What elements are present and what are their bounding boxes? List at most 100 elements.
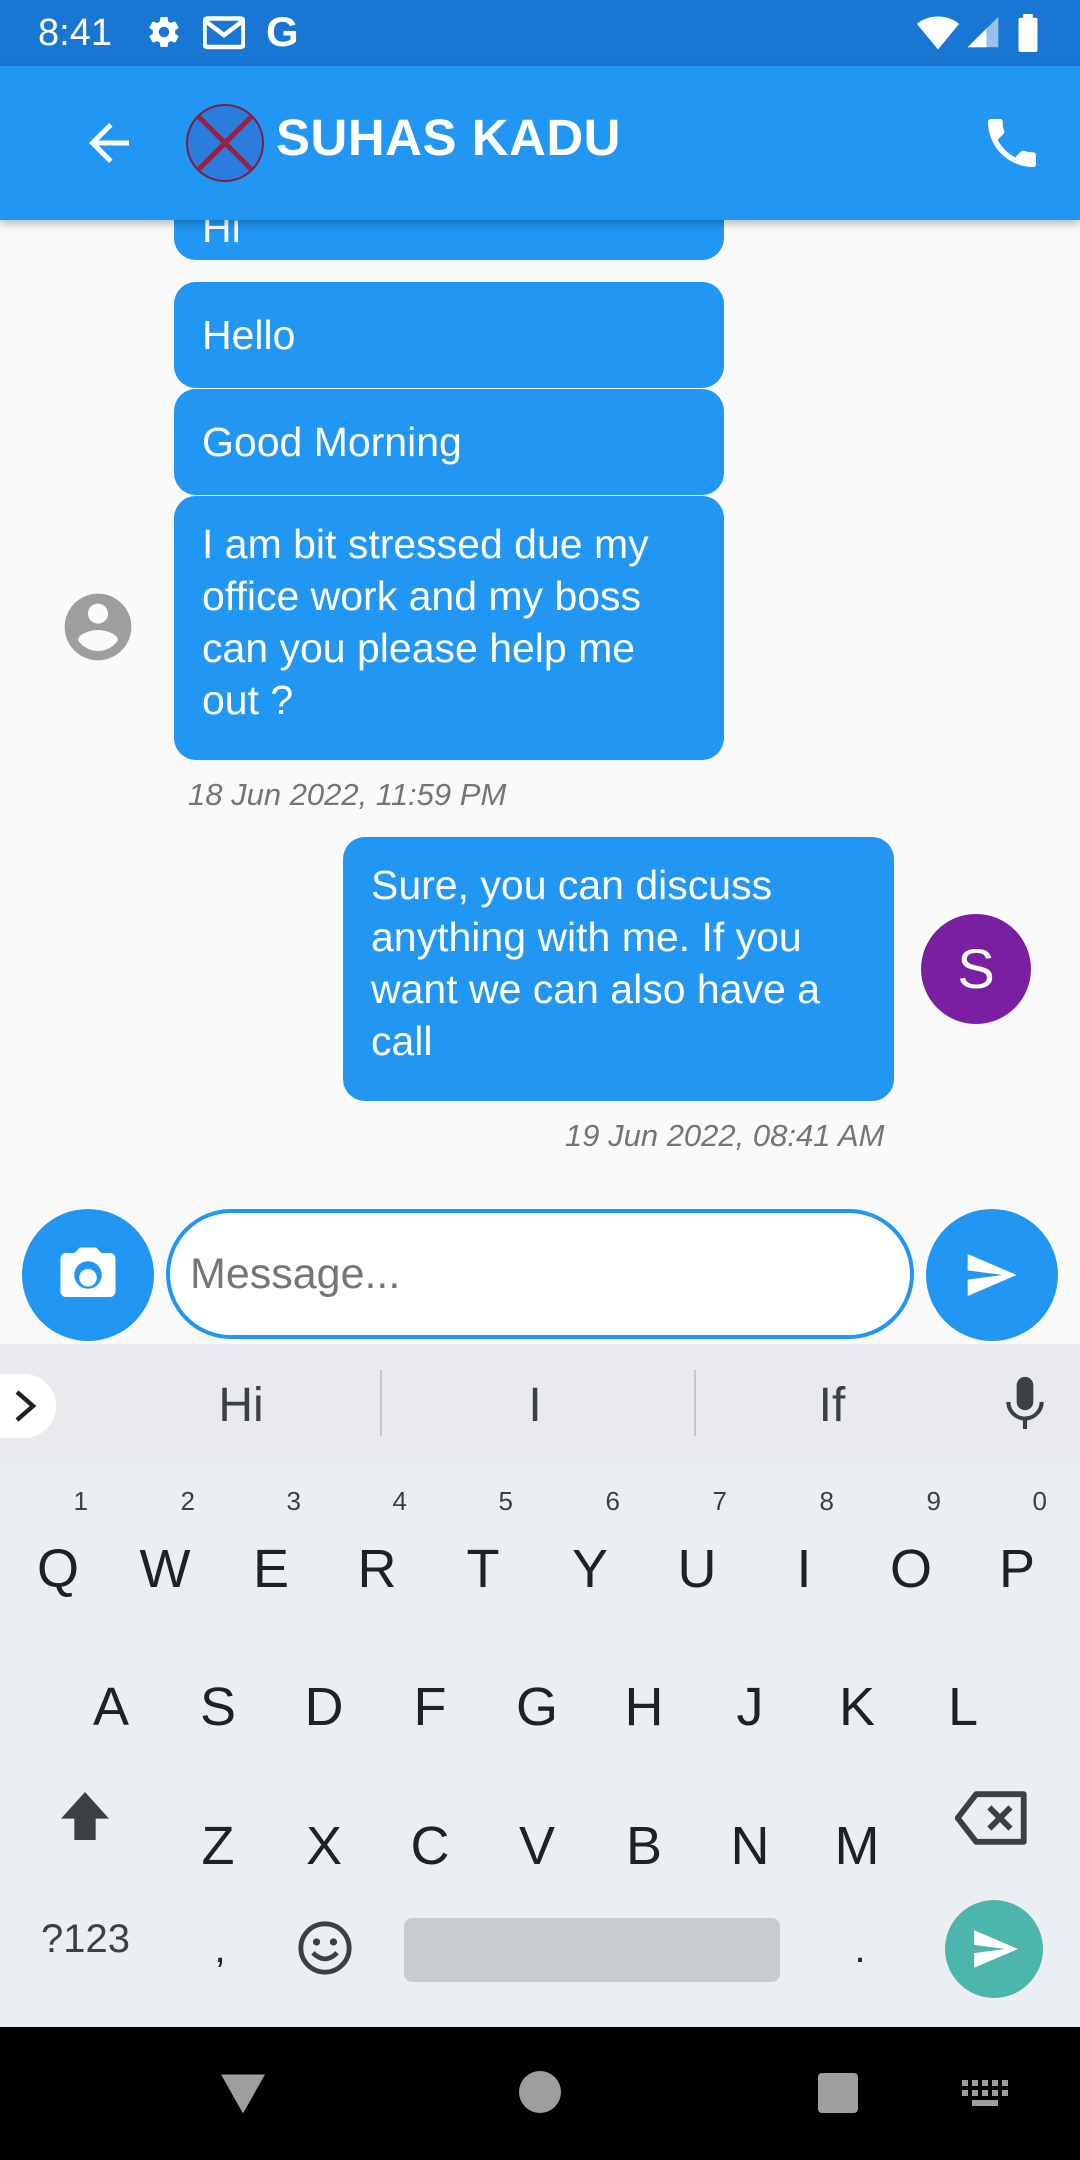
suggestion-3[interactable]: If — [712, 1378, 952, 1433]
key-label: R — [357, 1539, 397, 1599]
message-text: Good Morning — [202, 419, 462, 465]
key-label: I — [796, 1539, 812, 1599]
message-received[interactable]: Hi — [174, 220, 724, 260]
chat-messages[interactable]: Hi Hello Good Morning I am bit stressed … — [0, 220, 1080, 1344]
key-label: Y — [571, 1539, 609, 1599]
key-number: 1 — [73, 1486, 88, 1516]
keyboard-switch-icon[interactable] — [962, 2080, 1010, 2108]
key-number: 3 — [286, 1486, 301, 1516]
keyboard: Hi I If Q1 W2 E3 R4 T5 Y6 U7 I8 O9 P0 A … — [0, 1344, 1080, 2027]
expand-suggestions-button[interactable] — [0, 1374, 56, 1438]
key-number: 6 — [605, 1486, 620, 1516]
key-i[interactable]: I8 — [764, 1486, 844, 1624]
key-y[interactable]: Y6 — [550, 1486, 630, 1624]
message-input[interactable] — [166, 1209, 914, 1339]
key-l[interactable]: L — [923, 1652, 1003, 1762]
contact-name[interactable]: SUHAS KADU — [276, 108, 621, 167]
space-key[interactable] — [404, 1918, 780, 1982]
key-number: 4 — [392, 1486, 407, 1516]
message-text: Hello — [202, 312, 296, 358]
home-nav-icon[interactable] — [519, 2071, 561, 2113]
key-number: 0 — [1032, 1486, 1047, 1516]
camera-button[interactable] — [22, 1209, 154, 1341]
key-w[interactable]: W2 — [125, 1486, 205, 1624]
key-n[interactable]: N — [710, 1791, 790, 1901]
key-number: 9 — [926, 1486, 941, 1516]
shift-icon[interactable] — [53, 1784, 117, 1848]
message-received[interactable]: I am bit stressed due my office work and… — [174, 496, 724, 760]
recents-nav-icon[interactable] — [817, 2073, 859, 2113]
signal-icon — [967, 16, 999, 48]
key-k[interactable]: K — [817, 1652, 897, 1762]
key-c[interactable]: C — [390, 1791, 470, 1901]
key-label: T — [466, 1539, 500, 1599]
camera-icon — [60, 1247, 116, 1297]
backspace-icon[interactable] — [955, 1790, 1029, 1846]
divider — [380, 1370, 382, 1436]
status-bar: 8:41 G — [0, 0, 1080, 66]
message-text: Sure, you can discuss anything with me. … — [371, 862, 820, 1064]
key-number: 2 — [180, 1486, 195, 1516]
navigation-bar — [0, 2027, 1080, 2160]
keyboard-send-button[interactable] — [945, 1900, 1043, 1998]
person-avatar-icon[interactable] — [58, 587, 138, 667]
key-t[interactable]: T5 — [443, 1486, 523, 1624]
key-label: P — [998, 1539, 1036, 1599]
back-arrow-icon[interactable] — [76, 113, 142, 173]
mic-icon[interactable] — [1000, 1374, 1050, 1434]
message-text: Hi — [202, 220, 241, 251]
broken-avatar-icon — [186, 104, 264, 182]
symbols-key[interactable]: ?123 — [28, 1904, 143, 1974]
key-label: Q — [36, 1539, 79, 1599]
key-j[interactable]: J — [710, 1652, 790, 1762]
key-label: W — [139, 1539, 191, 1599]
received-timestamp: 18 Jun 2022, 11:59 PM — [188, 777, 507, 812]
key-u[interactable]: U7 — [657, 1486, 737, 1624]
wifi-icon — [916, 16, 960, 50]
emoji-icon[interactable] — [296, 1919, 354, 1977]
message-received[interactable]: Hello — [174, 282, 724, 388]
battery-icon — [1018, 14, 1038, 52]
key-a[interactable]: A — [71, 1652, 151, 1762]
chevron-right-icon — [15, 1390, 37, 1422]
key-f[interactable]: F — [390, 1652, 470, 1762]
key-h[interactable]: H — [604, 1652, 684, 1762]
key-number: 5 — [498, 1486, 513, 1516]
suggestion-bar: Hi I If — [0, 1344, 1080, 1464]
divider — [694, 1370, 696, 1436]
key-q[interactable]: Q1 — [18, 1486, 98, 1624]
key-x[interactable]: X — [284, 1791, 364, 1901]
settings-icon — [149, 17, 179, 48]
period-key[interactable]: . — [830, 1894, 890, 2004]
key-number: 7 — [712, 1486, 727, 1516]
gmail-icon — [203, 16, 245, 50]
sent-timestamp: 19 Jun 2022, 08:41 AM — [565, 1118, 885, 1153]
google-icon: G — [266, 8, 299, 55]
key-p[interactable]: P0 — [977, 1486, 1057, 1624]
key-v[interactable]: V — [497, 1791, 577, 1901]
key-e[interactable]: E3 — [231, 1486, 311, 1624]
message-sent[interactable]: Sure, you can discuss anything with me. … — [343, 837, 894, 1101]
send-icon — [967, 1254, 1017, 1296]
my-avatar[interactable]: S — [921, 914, 1031, 1024]
key-s[interactable]: S — [178, 1652, 258, 1762]
suggestion-2[interactable]: I — [415, 1378, 655, 1433]
key-d[interactable]: D — [284, 1652, 364, 1762]
key-b[interactable]: B — [604, 1791, 684, 1901]
key-o[interactable]: O9 — [871, 1486, 951, 1624]
app-bar: SUHAS KADU — [0, 66, 1080, 220]
key-number: 8 — [819, 1486, 834, 1516]
key-m[interactable]: M — [817, 1791, 897, 1901]
message-received[interactable]: Good Morning — [174, 389, 724, 495]
message-text: I am bit stressed due my office work and… — [202, 521, 649, 723]
key-label: U — [677, 1539, 717, 1599]
phone-icon[interactable] — [980, 111, 1044, 175]
back-nav-icon[interactable] — [218, 2072, 268, 2116]
send-icon — [974, 1930, 1018, 1968]
comma-key[interactable]: , — [190, 1894, 250, 2004]
key-z[interactable]: Z — [178, 1791, 258, 1901]
key-g[interactable]: G — [497, 1652, 577, 1762]
send-button[interactable] — [926, 1209, 1058, 1341]
key-r[interactable]: R4 — [337, 1486, 417, 1624]
suggestion-1[interactable]: Hi — [121, 1378, 361, 1433]
